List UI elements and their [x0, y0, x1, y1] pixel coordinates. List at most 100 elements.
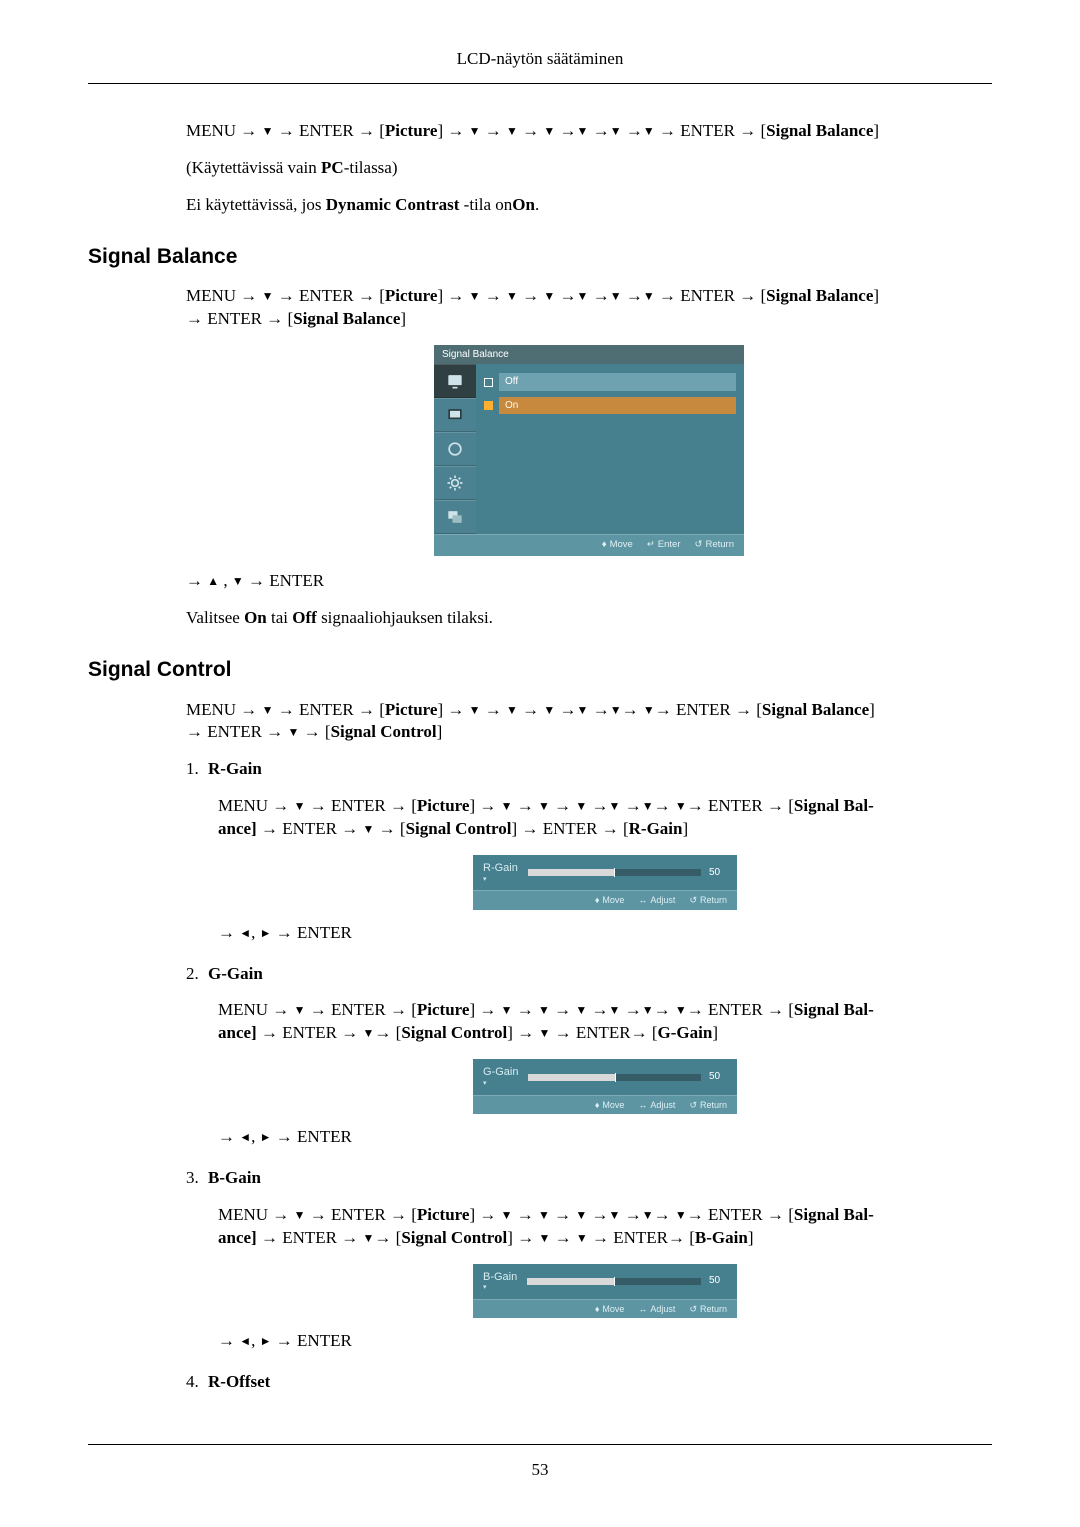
- bold-text: Signal Balance: [766, 121, 873, 140]
- osd-option-on[interactable]: On: [484, 394, 736, 418]
- down-icon: ▼: [506, 702, 518, 718]
- osd-foot-move: ♦Move: [602, 539, 633, 552]
- signal-balance-desc: Valitsee On tai Off signaaliohjauksen ti…: [186, 607, 992, 630]
- picture-icon: [445, 371, 465, 391]
- text: Move: [602, 1304, 624, 1314]
- bold-text: Picture: [417, 1000, 470, 1019]
- circle-icon: [445, 439, 465, 459]
- signal-balance-path: MENU → ▼ → ENTER → [Picture] → ▼ → ▼ → ▼…: [186, 285, 992, 331]
- down-icon: ▼: [642, 798, 654, 814]
- text: Move: [602, 895, 624, 905]
- down-icon: ▼: [363, 1230, 375, 1246]
- right-icon: ►: [260, 1129, 272, 1145]
- slider-value: 50: [709, 1070, 727, 1084]
- text: ] →: [469, 1000, 500, 1019]
- slider[interactable]: 50: [528, 866, 727, 880]
- down-icon: ▼: [538, 798, 550, 814]
- bold-text: Dynamic Contrast: [326, 195, 460, 214]
- slider-value: 50: [709, 866, 727, 880]
- down-icon: ▼: [643, 288, 655, 304]
- down-icon: ▼: [501, 1002, 513, 1018]
- right-icon: ►: [260, 1333, 272, 1349]
- bgain-after: → ◄, ► → ENTER: [218, 1330, 992, 1353]
- mini-foot-adjust: ↔Adjust: [638, 1303, 675, 1315]
- down-icon: ▼: [642, 1207, 654, 1223]
- rgain-after: → ◄, ► → ENTER: [218, 922, 992, 945]
- text: Return: [705, 539, 734, 550]
- bold-text: Signal Control: [401, 1228, 507, 1247]
- down-icon: ▼: [543, 288, 555, 304]
- text: tai: [267, 608, 293, 627]
- option-label: Off: [499, 373, 736, 391]
- right-icon: ►: [260, 925, 272, 941]
- osd-nav-item-5[interactable]: [434, 500, 476, 534]
- item-number: 2.: [186, 963, 208, 986]
- osd-foot-enter: ↵Enter: [647, 539, 681, 552]
- text: → ENTER → [: [273, 286, 384, 305]
- down-icon: ▼: [506, 288, 518, 304]
- down-icon: ▼: [232, 573, 244, 589]
- header-rule: [88, 83, 992, 84]
- mini-foot-move: ♦Move: [595, 1303, 625, 1315]
- down-icon: ▼: [643, 702, 655, 718]
- text: Ei käytettävissä, jos: [186, 195, 326, 214]
- osd-nav-item-4[interactable]: [434, 466, 476, 500]
- list-item-roffset: 4.R-Offset: [186, 1371, 992, 1394]
- text: MENU →: [186, 286, 262, 305]
- bold-text: On: [512, 195, 535, 214]
- bold-text: Signal Bal-: [794, 1205, 874, 1224]
- signal-control-heading: Signal Control: [88, 656, 992, 684]
- text: → [: [374, 1228, 401, 1247]
- bold-text: ance]: [218, 819, 261, 838]
- text: ] →: [507, 1228, 538, 1247]
- signal-balance-heading: Signal Balance: [88, 243, 992, 271]
- checkbox-icon: [484, 378, 493, 387]
- text: MENU →: [186, 121, 262, 140]
- down-icon: ▼: [675, 798, 687, 814]
- ggain-path: MENU → ▼ → ENTER → [Picture] → ▼ → ▼ → ▼…: [218, 999, 992, 1045]
- bold-text: Picture: [417, 1205, 470, 1224]
- checkbox-checked-icon: [484, 401, 493, 410]
- text: Return: [700, 1100, 727, 1110]
- osd-option-off[interactable]: Off: [484, 370, 736, 394]
- osd-nav-item-3[interactable]: [434, 432, 476, 466]
- bold-text: Signal Bal-: [794, 796, 874, 815]
- text: Enter: [658, 539, 681, 550]
- bold-text: Picture: [385, 700, 438, 719]
- item-number: 1.: [186, 758, 208, 781]
- down-icon: ▼: [501, 798, 513, 814]
- slider-fill: [528, 1074, 614, 1081]
- text: → [: [374, 1023, 401, 1042]
- slider[interactable]: 50: [527, 1274, 727, 1288]
- text: → ENTER→ [: [550, 1023, 657, 1042]
- text: ] →: [469, 796, 500, 815]
- text: ] →: [437, 286, 468, 305]
- osd-nav-item-1[interactable]: [434, 364, 476, 398]
- down-icon: ▼: [610, 123, 622, 139]
- text: →: [550, 1228, 576, 1247]
- page-number: 53: [88, 1459, 992, 1482]
- slider[interactable]: 50: [528, 1070, 727, 1084]
- down-icon: ▼: [577, 702, 589, 718]
- intro-path: MENU → ▼ → ENTER → [Picture] → ▼ → ▼ → ▼…: [186, 120, 992, 143]
- text: .: [535, 195, 539, 214]
- slider-track: [527, 1278, 701, 1285]
- mini-label: R-Gain: [483, 861, 518, 876]
- osd-nav-item-2[interactable]: [434, 398, 476, 432]
- down-icon: ▼: [643, 123, 655, 139]
- text: → ENTER → [: [273, 121, 384, 140]
- mini-footer: ♦Move ↔Adjust ↺Return: [473, 1095, 737, 1114]
- bold-text: Signal Control: [401, 1023, 507, 1042]
- down-icon: ▼: [538, 1230, 550, 1246]
- text: → ENTER → [: [305, 1000, 416, 1019]
- text: → ENTER: [272, 923, 352, 942]
- down-icon: ▼: [575, 1002, 587, 1018]
- text: → ENTER →: [261, 1228, 363, 1247]
- bgain-path: MENU → ▼ → ENTER → [Picture] → ▼ → ▼ → ▼…: [218, 1204, 992, 1250]
- slider-fill: [528, 869, 615, 876]
- down-icon: ▾: [483, 875, 518, 884]
- text: → ENTER → [: [655, 286, 766, 305]
- down-icon: ▾: [483, 1079, 518, 1088]
- list-item-rgain: 1.R-Gain MENU → ▼ → ENTER → [Picture] → …: [186, 758, 992, 944]
- text: →: [186, 571, 207, 590]
